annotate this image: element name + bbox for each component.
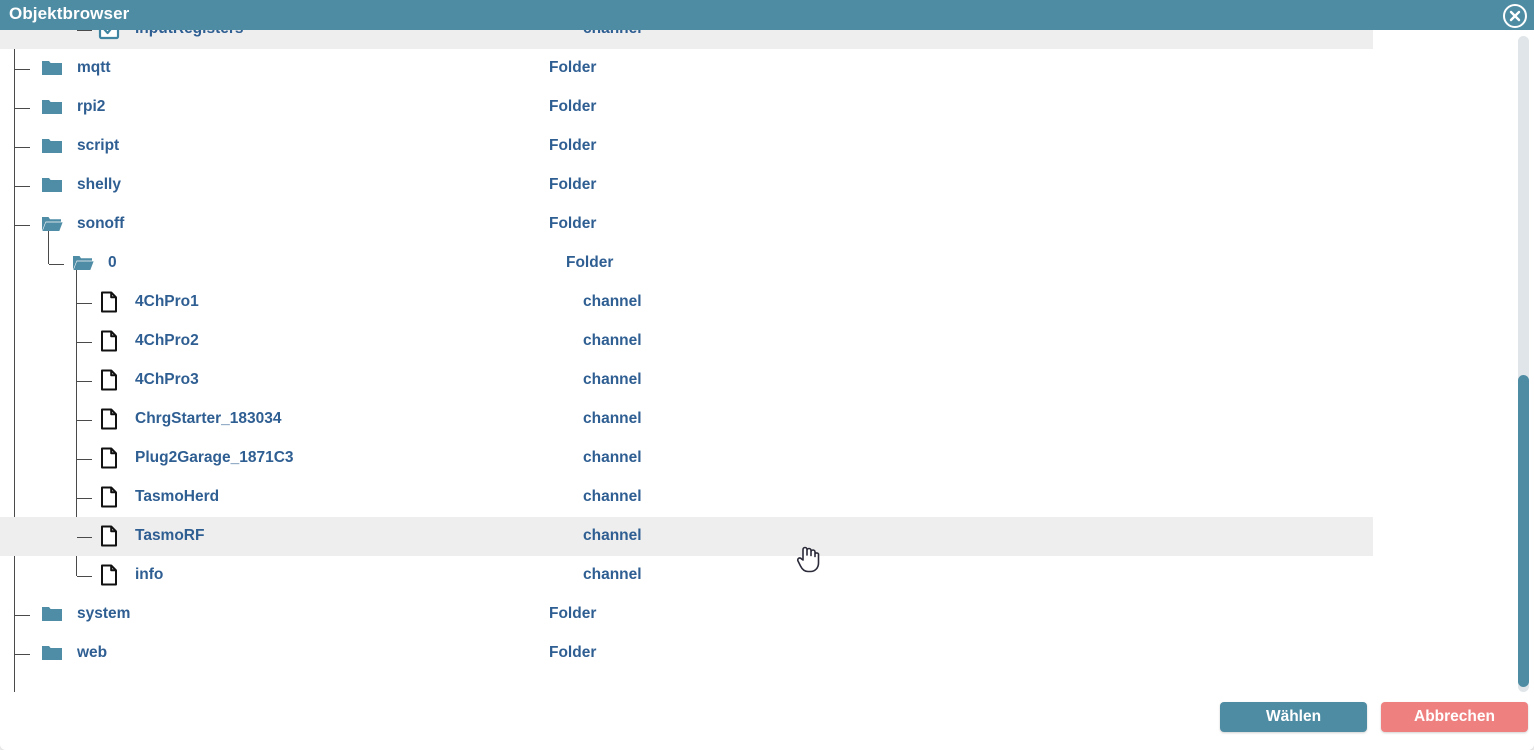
object-tree: inputRegisters channel mqtt Folder rpi2 Folde… <box>0 30 1534 692</box>
folder-open-icon[interactable] <box>72 252 94 274</box>
folder-closed-icon[interactable] <box>41 642 63 664</box>
folder-open-icon[interactable] <box>41 213 63 235</box>
tree-row[interactable]: inputRegisters channel <box>0 30 1373 49</box>
tree-elbow-connector <box>15 146 30 148</box>
cancel-button[interactable]: Abbrechen <box>1381 702 1528 732</box>
tree-row-type: channel <box>583 449 642 466</box>
tree-row-label[interactable]: system <box>77 605 130 623</box>
file-icon[interactable] <box>98 525 120 547</box>
tree-row-label[interactable]: Plug2Garage_1871C3 <box>135 449 294 467</box>
file-icon[interactable] <box>98 330 120 352</box>
tree-row[interactable]: Plug2Garage_1871C3 channel <box>0 439 1373 478</box>
folder-closed-icon[interactable] <box>41 57 63 79</box>
tree-row-type: Folder <box>549 605 597 622</box>
tree-elbow-connector <box>77 30 92 31</box>
folder-closed-icon[interactable] <box>41 174 63 196</box>
tree-row-type: Folder <box>549 137 597 154</box>
tree-scroll-area[interactable]: inputRegisters channel mqtt Folder rpi2 Folde… <box>0 30 1534 692</box>
tree-row[interactable]: mqtt Folder <box>0 49 1373 88</box>
file-icon[interactable] <box>98 408 120 430</box>
tree-row[interactable]: TasmoHerd channel <box>0 478 1373 517</box>
tree-elbow-connector <box>77 575 92 577</box>
tree-row[interactable]: shelly Folder <box>0 166 1373 205</box>
tree-row-type: channel <box>583 30 642 38</box>
tree-row-label[interactable]: TasmoRF <box>135 527 204 545</box>
tree-row[interactable]: rpi2 Folder <box>0 88 1373 127</box>
tree-row-label[interactable]: shelly <box>77 176 121 194</box>
folder-closed-icon[interactable] <box>41 96 63 118</box>
tree-elbow-connector <box>77 302 92 304</box>
tree-row-type: Folder <box>549 215 597 232</box>
tree-row-type: Folder <box>549 59 597 76</box>
tree-row-type: channel <box>583 527 642 544</box>
tree-row[interactable]: info channel <box>0 556 1373 595</box>
tree-row-label[interactable]: 4ChPro2 <box>135 332 199 350</box>
tree-row-label[interactable]: web <box>77 644 107 662</box>
tree-row[interactable]: web Folder <box>0 634 1373 673</box>
tree-row-type: Folder <box>549 176 597 193</box>
tree-row[interactable]: 4ChPro3 channel <box>0 361 1373 400</box>
dialog-titlebar: Objektbrowser <box>0 0 1534 30</box>
close-circle-icon[interactable] <box>1502 3 1528 29</box>
tree-row-label[interactable]: TasmoHerd <box>135 488 219 506</box>
tree-elbow-connector <box>77 380 92 382</box>
tree-row[interactable]: 4ChPro2 channel <box>0 322 1373 361</box>
tree-elbow-connector <box>77 536 92 538</box>
tree-row-type: channel <box>583 566 642 583</box>
tree-row-label[interactable]: ChrgStarter_183034 <box>135 410 281 428</box>
tree-row[interactable]: script Folder <box>0 127 1373 166</box>
tree-elbow-connector <box>77 419 92 421</box>
tree-row-label[interactable]: script <box>77 137 119 155</box>
tree-row-label[interactable]: rpi2 <box>77 98 105 116</box>
file-icon[interactable] <box>98 564 120 586</box>
dialog-title: Objektbrowser <box>9 4 130 23</box>
tree-elbow-connector <box>15 224 30 226</box>
tree-row-label[interactable]: 4ChPro1 <box>135 293 199 311</box>
tree-row-type: channel <box>583 371 642 388</box>
tree-elbow-connector <box>49 263 64 265</box>
file-icon[interactable] <box>98 486 120 508</box>
tree-elbow-connector <box>77 497 92 499</box>
tree-row-type: Folder <box>566 254 614 271</box>
tree-row[interactable]: TasmoRF channel <box>0 517 1373 556</box>
tree-row-label[interactable]: 4ChPro3 <box>135 371 199 389</box>
tree-row[interactable]: sonoff Folder <box>0 205 1373 244</box>
tree-row-label[interactable]: inputRegisters <box>135 30 244 38</box>
tree-row-label[interactable]: sonoff <box>77 215 124 233</box>
file-icon[interactable] <box>98 447 120 469</box>
tree-elbow-connector <box>15 107 30 109</box>
tree-row[interactable]: ChrgStarter_183034 channel <box>0 400 1373 439</box>
tree-row-type: channel <box>583 332 642 349</box>
checkbox-checked-icon[interactable] <box>98 30 120 40</box>
file-icon[interactable] <box>98 291 120 313</box>
folder-closed-icon[interactable] <box>41 603 63 625</box>
tree-elbow-connector <box>77 341 92 343</box>
tree-row-type: Folder <box>549 644 597 661</box>
object-browser-dialog: Objektbrowser inputRegisters channel mqtt F… <box>0 0 1534 750</box>
tree-row-label[interactable]: 0 <box>108 254 117 272</box>
tree-elbow-connector <box>77 458 92 460</box>
tree-elbow-connector <box>15 614 30 616</box>
tree-row-label[interactable]: info <box>135 566 163 584</box>
tree-row[interactable]: 0 Folder <box>0 244 1373 283</box>
tree-row-type: channel <box>583 488 642 505</box>
tree-row-type: Folder <box>549 98 597 115</box>
tree-row-type: channel <box>583 293 642 310</box>
tree-row[interactable]: 4ChPro1 channel <box>0 283 1373 322</box>
tree-row-label[interactable]: mqtt <box>77 59 111 77</box>
tree-row[interactable]: system Folder <box>0 595 1373 634</box>
tree-elbow-connector <box>15 68 30 70</box>
tree-row-type: channel <box>583 410 642 427</box>
file-icon[interactable] <box>98 369 120 391</box>
tree-elbow-connector <box>15 653 30 655</box>
folder-closed-icon[interactable] <box>41 135 63 157</box>
select-button[interactable]: Wählen <box>1220 702 1367 732</box>
dialog-footer: Wählen Abbrechen <box>0 692 1534 750</box>
vertical-scrollbar-thumb[interactable] <box>1518 375 1529 687</box>
tree-elbow-connector <box>15 185 30 187</box>
